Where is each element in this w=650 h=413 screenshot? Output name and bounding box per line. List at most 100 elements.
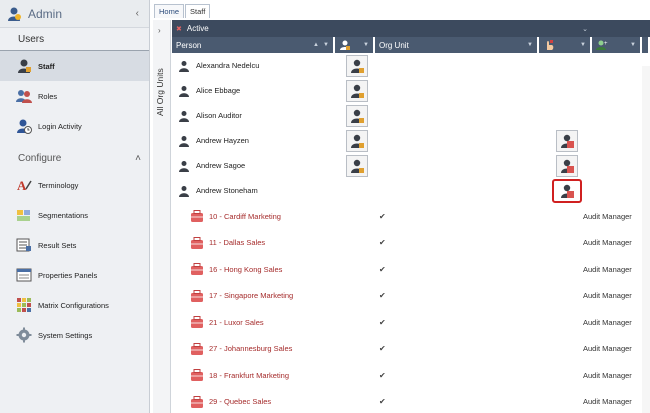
chevron-up-icon[interactable]: ˄ (135, 153, 141, 164)
sidebar-item-terminology[interactable]: A Terminology (0, 170, 149, 200)
org-unit-icon (191, 289, 203, 302)
filter-icon[interactable]: ▼ (527, 42, 533, 48)
staff-role-icon (351, 159, 364, 173)
person-name: Andrew Sagoe (196, 161, 246, 170)
audit-role-badge-highlighted[interactable] (552, 178, 582, 203)
check-icon: ✔ (379, 211, 386, 221)
table-row[interactable]: Alexandra Nedelcu (172, 53, 650, 78)
collapse-sidebar-icon[interactable]: ‹ (136, 8, 139, 19)
filter-icon[interactable]: ▼ (323, 42, 329, 48)
org-unit-name[interactable]: 16 - Hong Kong Sales (209, 265, 282, 274)
org-unit-row[interactable]: 17 - Singapore Marketing ✔ Audit Manager (172, 283, 650, 310)
all-org-units-label[interactable]: All Org Units (155, 68, 165, 116)
sidebar-item-properties-panels[interactable]: Properties Panels (0, 260, 149, 290)
app-title: Admin (28, 6, 63, 21)
org-unit-icon (191, 395, 203, 408)
sidebar-item-matrix-configurations[interactable]: Matrix Configurations (0, 290, 149, 320)
org-unit-name[interactable]: 29 - Quebec Sales (209, 397, 271, 406)
sidebar-item-label: Segmentations (38, 210, 89, 220)
person-icon (179, 110, 189, 122)
person-name: Alison Auditor (196, 111, 242, 120)
check-icon: ✔ (379, 317, 386, 327)
audit-role-icon (561, 159, 574, 173)
org-unit-row[interactable]: 27 - Johannesburg Sales ✔ Audit Manager (172, 336, 650, 363)
person-name: Andrew Stoneham (196, 186, 258, 195)
staff-role-badge[interactable] (346, 79, 368, 102)
column-header-overflow (642, 37, 650, 53)
column-header-hand-icon[interactable]: ▼ (539, 37, 592, 53)
staff-role-badge[interactable] (346, 129, 368, 152)
org-unit-row[interactable]: 21 - Luxor Sales ✔ Audit Manager (172, 309, 650, 336)
table-row[interactable]: Alice Ebbage (172, 78, 650, 103)
role-name: Audit Manager (583, 344, 632, 354)
check-icon: ✔ (379, 344, 386, 354)
check-icon: ✔ (379, 397, 386, 407)
org-unit-row[interactable]: 18 - Frankfurt Marketing ✔ Audit Manager (172, 362, 650, 389)
configure-section-heading[interactable]: Configure ˄ (0, 147, 149, 170)
table-row[interactable]: Alison Auditor (172, 103, 650, 128)
segmentations-icon (17, 210, 30, 221)
staff-role-badge[interactable] (346, 154, 368, 177)
filter-icon[interactable]: ▼ (363, 42, 369, 48)
table-row[interactable]: Andrew Stoneham (172, 178, 650, 203)
column-header-person-plus-icon[interactable]: + ▼ (592, 37, 642, 53)
org-unit-row[interactable]: 16 - Hong Kong Sales ✔ Audit Manager (172, 256, 650, 283)
person-icon (179, 160, 189, 172)
vertical-scrollbar[interactable] (642, 66, 650, 413)
staff-icon (18, 59, 31, 73)
active-filter-bar: ✖ Active ⌄ (172, 20, 650, 37)
org-unit-panel-strip[interactable]: › All Org Units (153, 20, 171, 413)
sidebar-item-label: Result Sets (38, 240, 77, 250)
table-row[interactable]: Andrew Sagoe (172, 153, 650, 178)
column-header-person[interactable]: Person ▲ ▼ (172, 37, 335, 53)
sidebar-item-login-activity[interactable]: Login Activity (0, 111, 149, 141)
sidebar-item-system-settings[interactable]: System Settings (0, 320, 149, 350)
matrix-configurations-icon (17, 298, 31, 312)
org-unit-name[interactable]: 18 - Frankfurt Marketing (209, 371, 289, 380)
staff-role-icon (340, 40, 350, 50)
audit-role-badge[interactable] (556, 154, 578, 177)
column-header-label: Org Unit (379, 40, 409, 50)
column-header-org-unit[interactable]: Org Unit ▼ (375, 37, 539, 53)
tab-staff[interactable]: Staff (185, 4, 211, 18)
staff-role-badge[interactable] (346, 54, 368, 77)
org-unit-name[interactable]: 11 - Dallas Sales (209, 238, 265, 247)
audit-role-badge[interactable] (556, 129, 578, 152)
table-row[interactable]: Andrew Hayzen (172, 128, 650, 153)
person-add-icon: + (596, 40, 608, 50)
person-name: Andrew Hayzen (196, 136, 249, 145)
sidebar-item-segmentations[interactable]: Segmentations (0, 200, 149, 230)
person-icon (179, 85, 189, 97)
audit-role-icon (561, 134, 574, 148)
admin-logo-icon (8, 7, 21, 21)
chevron-down-icon[interactable]: ⌄ (582, 25, 588, 33)
sidebar-item-staff[interactable]: Staff (0, 51, 149, 81)
tab-home[interactable]: Home (154, 4, 185, 18)
filter-icon[interactable]: ▼ (630, 42, 636, 48)
system-settings-icon (16, 327, 32, 343)
org-unit-name[interactable]: 10 - Cardiff Marketing (209, 212, 281, 221)
org-unit-name[interactable]: 27 - Johannesburg Sales (209, 344, 292, 353)
filter-icon[interactable]: ▼ (580, 42, 586, 48)
terminology-icon: A (17, 178, 32, 193)
sidebar-item-label: Terminology (38, 180, 79, 190)
staff-role-badge[interactable] (346, 104, 368, 127)
remove-filter-icon[interactable]: ✖ (176, 25, 182, 33)
role-name: Audit Manager (583, 238, 632, 248)
result-sets-icon (16, 238, 31, 252)
org-unit-name[interactable]: 17 - Singapore Marketing (209, 291, 293, 300)
org-unit-row[interactable]: 29 - Quebec Sales ✔ Audit Manager (172, 389, 650, 413)
chevron-right-icon[interactable]: › (158, 26, 161, 35)
person-icon (179, 135, 189, 147)
org-unit-row[interactable]: 10 - Cardiff Marketing ✔ Audit Manager (172, 203, 650, 230)
column-header-staff-icon[interactable]: ▼ (335, 37, 375, 53)
sort-asc-icon[interactable]: ▲ (313, 42, 319, 48)
org-unit-row[interactable]: 11 - Dallas Sales ✔ Audit Manager (172, 230, 650, 257)
sidebar-item-result-sets[interactable]: Result Sets (0, 230, 149, 260)
org-unit-name[interactable]: 21 - Luxor Sales (209, 318, 264, 327)
svg-text:A: A (17, 178, 27, 193)
column-header-row: Person ▲ ▼ ▼ Org Unit ▼ ▼ + ▼ (172, 37, 650, 53)
sidebar-item-label: System Settings (38, 330, 93, 340)
sidebar-item-roles[interactable]: Roles (0, 81, 149, 111)
staff-role-icon (351, 109, 364, 123)
